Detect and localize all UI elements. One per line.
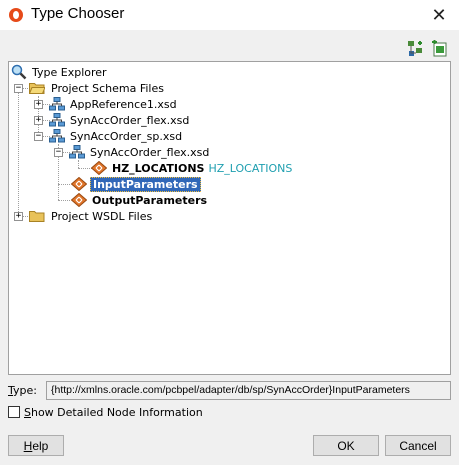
- expand-tree-button[interactable]: [407, 40, 425, 58]
- schema-file-icon: [69, 145, 85, 159]
- expand-toggle[interactable]: +: [34, 116, 43, 125]
- tree-item-project-wsdl-files[interactable]: Project WSDL Files: [29, 208, 154, 224]
- schema-file-icon: [49, 113, 65, 127]
- expand-tree-icon: [408, 41, 422, 56]
- window-title: Type Chooser: [31, 5, 125, 22]
- collapse-toggle[interactable]: −: [54, 148, 63, 157]
- tree-label: OutputParameters: [92, 193, 208, 207]
- tree-label: SynAccOrder_flex.xsd: [90, 145, 210, 159]
- expand-toggle[interactable]: +: [14, 212, 23, 221]
- ok-button[interactable]: OK: [313, 435, 379, 456]
- tree-label: SynAccOrder_flex.xsd: [70, 113, 190, 127]
- checkbox-label: Show Detailed Node Information: [24, 405, 203, 419]
- folder-open-icon: [29, 83, 45, 94]
- tree-label: Project WSDL Files: [51, 209, 153, 223]
- element-icon: [71, 177, 87, 191]
- close-icon: ✕: [431, 4, 447, 26]
- element-icon: [91, 161, 107, 175]
- tree-label: SynAccOrder_sp.xsd: [70, 129, 183, 143]
- cancel-button[interactable]: Cancel: [385, 435, 451, 456]
- tree-item-project-schema-files[interactable]: Project Schema Files: [29, 80, 166, 96]
- tree-item-outputparameters[interactable]: OutputParameters: [71, 192, 209, 208]
- tree-label-selected: InputParameters: [90, 176, 201, 192]
- help-button[interactable]: Help: [8, 435, 64, 456]
- type-value-field[interactable]: {http://xmlns.oracle.com/pcbpel/adapter/…: [46, 381, 451, 400]
- tree-item-inputparameters[interactable]: InputParameters: [71, 176, 201, 192]
- schema-file-icon: [49, 97, 65, 111]
- expand-toggle[interactable]: +: [34, 100, 43, 109]
- tree-item-synaccorder-flex-xsd[interactable]: SynAccOrder_flex.xsd: [49, 112, 191, 128]
- tree-item-synaccorder-sp-xsd[interactable]: SynAccOrder_sp.xsd: [49, 128, 184, 144]
- import-schema-icon: [432, 40, 447, 57]
- collapse-toggle[interactable]: −: [14, 84, 23, 93]
- tree-root-type-explorer[interactable]: Type Explorer: [11, 64, 109, 80]
- element-type-label: HZ_LOCATIONS: [208, 161, 293, 175]
- title-bar: Type Chooser ✕: [0, 0, 459, 30]
- close-button[interactable]: ✕: [422, 2, 456, 28]
- collapse-toggle[interactable]: −: [34, 132, 43, 141]
- tree-label: AppReference1.xsd: [70, 97, 177, 111]
- type-row: Type: {http://xmlns.oracle.com/pcbpel/ad…: [8, 381, 451, 400]
- type-explorer-tree[interactable]: Type Explorer − Project Schema Files + A…: [8, 61, 451, 375]
- tree-item-appreference1-xsd[interactable]: AppReference1.xsd: [49, 96, 179, 112]
- oracle-app-icon: [9, 8, 23, 22]
- type-label: Type:: [8, 384, 37, 397]
- show-detailed-node-info-option[interactable]: Show Detailed Node Information: [8, 404, 203, 420]
- tree-label: Project Schema Files: [51, 81, 164, 95]
- show-detailed-node-info-checkbox[interactable]: [8, 406, 20, 418]
- tree-label: Type Explorer: [32, 65, 107, 79]
- folder-icon: [29, 211, 45, 222]
- tree-label: HZ_LOCATIONS: [112, 161, 205, 175]
- schema-file-icon: [49, 129, 65, 143]
- element-icon: [71, 193, 87, 207]
- magnifier-icon: [11, 64, 27, 80]
- import-schema-button[interactable]: [430, 40, 448, 58]
- tree-item-hz-locations[interactable]: HZ_LOCATIONS HZ_LOCATIONS: [91, 160, 294, 176]
- tree-item-nested-synaccorder-flex-xsd[interactable]: SynAccOrder_flex.xsd: [69, 144, 211, 160]
